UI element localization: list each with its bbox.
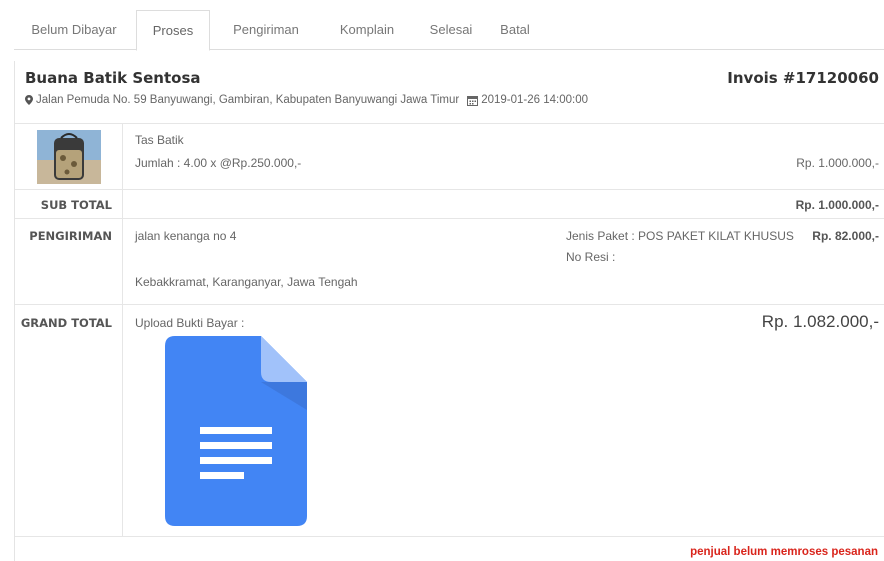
order-date: 2019-01-26 14:00:00 — [481, 94, 588, 106]
shop-address: Jalan Pemuda No. 59 Banyuwangi, Gambiran… — [36, 94, 460, 106]
subtotal-value: Rp. 1.000.000,- — [795, 198, 879, 212]
subtotal-row: SUB TOTAL Rp. 1.000.000,- — [15, 190, 884, 219]
uploaded-document-icon[interactable] — [165, 336, 307, 526]
calendar-icon — [467, 95, 479, 106]
shop-name[interactable]: Buana Batik Sentosa — [25, 69, 201, 87]
shipping-resi: No Resi : — [566, 250, 616, 264]
batik-bag-image — [37, 130, 101, 184]
shipping-label: PENGIRIMAN — [29, 229, 112, 243]
upload-proof-label: Upload Bukti Bayar : — [135, 316, 245, 330]
shipping-row: PENGIRIMAN jalan kenanga no 4 Kebakkrama… — [15, 219, 884, 305]
grand-total-label: GRAND TOTAL — [20, 316, 112, 330]
order-card: Buana Batik Sentosa Invois #17120060 Jal… — [14, 61, 884, 561]
order-header: Buana Batik Sentosa Invois #17120060 Jal… — [15, 61, 884, 124]
tab-selesai[interactable]: Selesai — [416, 10, 486, 50]
order-item-row: Tas Batik Jumlah : 4.00 x @Rp.250.000,- … — [15, 124, 884, 190]
tab-komplain[interactable]: Komplain — [322, 10, 412, 50]
shop-address-line: Jalan Pemuda No. 59 Banyuwangi, Gambiran… — [25, 94, 588, 106]
tab-pengiriman[interactable]: Pengiriman — [216, 10, 316, 50]
tab-batal[interactable]: Batal — [490, 10, 540, 50]
grand-total-value: Rp. 1.082.000,- — [761, 312, 879, 331]
subtotal-label: SUB TOTAL — [40, 198, 112, 212]
grand-total-row: GRAND TOTAL Upload Bukti Bayar : Rp. 1.0… — [15, 305, 884, 537]
tab-proses[interactable]: Proses — [136, 10, 210, 51]
map-marker-icon — [25, 95, 33, 105]
order-status-tabs: Belum Dibayar Proses Pengiriman Komplain… — [14, 10, 884, 51]
order-status-note: penjual belum memroses pesanan — [690, 546, 878, 558]
tab-belum-dibayar[interactable]: Belum Dibayar — [14, 10, 134, 50]
item-thumb-cell — [15, 124, 123, 189]
item-quantity: Jumlah : 4.00 x @Rp.250.000,- — [135, 156, 302, 170]
grand-total-label-cell: GRAND TOTAL — [15, 305, 123, 536]
item-name[interactable]: Tas Batik — [135, 133, 184, 147]
shipping-cost: Rp. 82.000,- — [812, 229, 879, 243]
invoice-number: Invois #17120060 — [727, 69, 879, 87]
item-line-total: Rp. 1.000.000,- — [796, 156, 879, 170]
subtotal-label-cell: SUB TOTAL — [15, 190, 123, 218]
shipping-package: Jenis Paket : POS PAKET KILAT KHUSUS — [566, 229, 794, 243]
shipping-city: Kebakkramat, Karanganyar, Jawa Tengah — [135, 275, 358, 289]
shipping-label-cell: PENGIRIMAN — [15, 219, 123, 304]
shipping-street: jalan kenanga no 4 — [135, 229, 237, 243]
product-image[interactable] — [37, 130, 101, 184]
